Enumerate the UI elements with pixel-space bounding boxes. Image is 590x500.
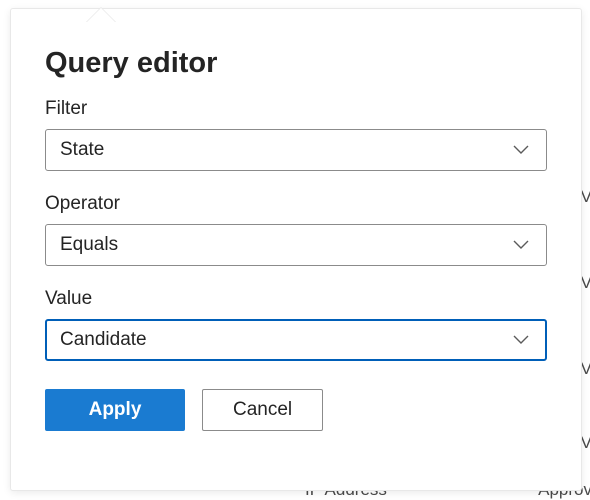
- chevron-down-icon: [510, 139, 532, 161]
- chevron-down-icon: [510, 329, 532, 351]
- filter-field-group: Filter State: [45, 98, 547, 171]
- apply-button[interactable]: Apply: [45, 389, 185, 431]
- operator-label: Operator: [45, 193, 547, 215]
- filter-value: State: [60, 139, 104, 161]
- value-dropdown[interactable]: Candidate: [45, 319, 547, 361]
- cancel-button[interactable]: Cancel: [202, 389, 323, 431]
- value-label: Value: [45, 288, 547, 310]
- panel-title: Query editor: [45, 47, 547, 80]
- operator-dropdown[interactable]: Equals: [45, 224, 547, 266]
- background-text: V: [581, 433, 590, 453]
- value-field-group: Value Candidate: [45, 288, 547, 361]
- background-text: V: [581, 187, 590, 207]
- value-value: Candidate: [60, 329, 147, 351]
- button-row: Apply Cancel: [45, 389, 547, 431]
- background-text: V: [581, 273, 590, 293]
- panel-pointer: [87, 8, 115, 22]
- operator-field-group: Operator Equals: [45, 193, 547, 266]
- background-text: V: [581, 359, 590, 379]
- filter-dropdown[interactable]: State: [45, 129, 547, 171]
- filter-label: Filter: [45, 98, 547, 120]
- chevron-down-icon: [510, 234, 532, 256]
- query-editor-panel: Query editor Filter State Operator Equal…: [10, 8, 582, 491]
- operator-value: Equals: [60, 234, 118, 256]
